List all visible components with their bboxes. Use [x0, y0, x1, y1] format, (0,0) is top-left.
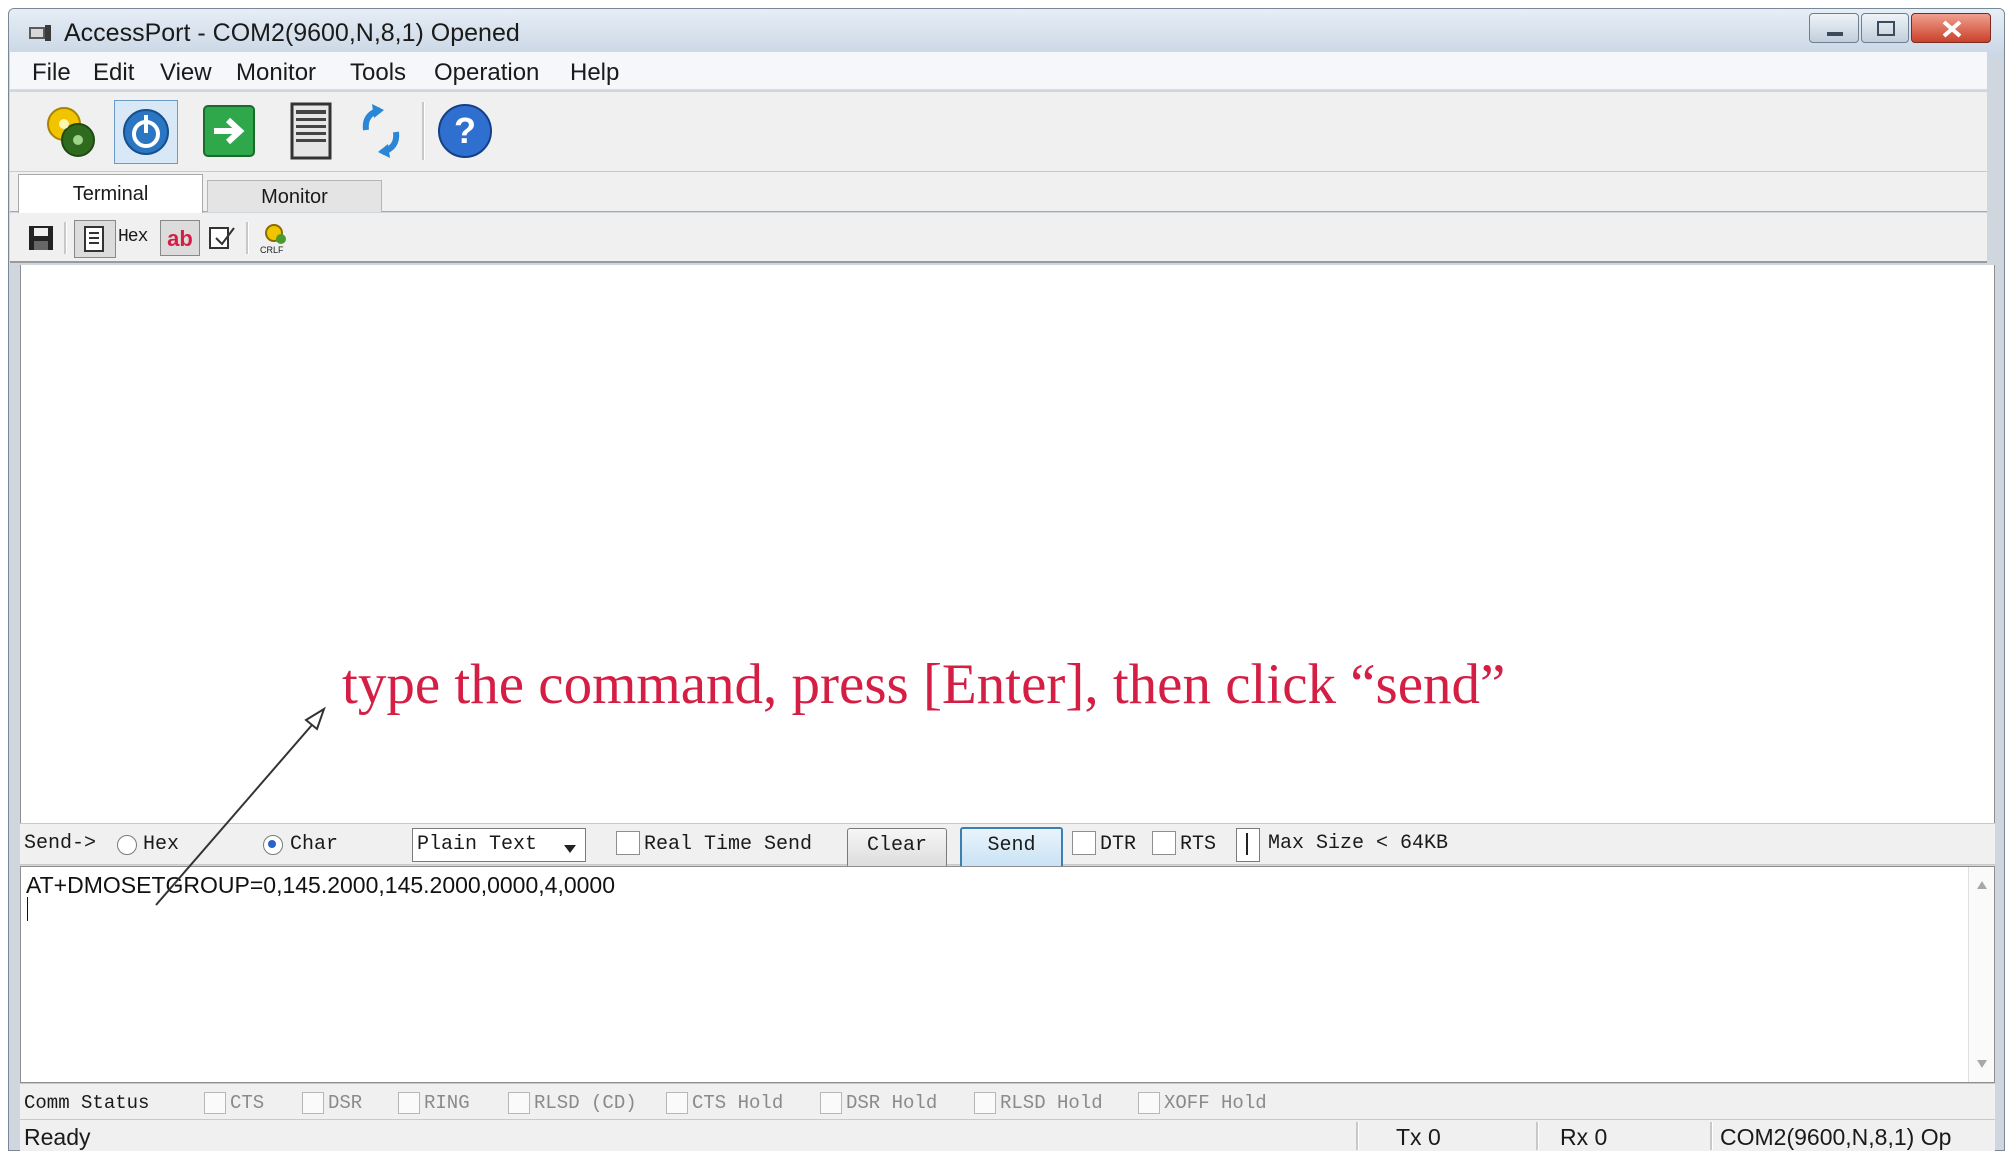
xoff-hold-label: XOFF Hold: [1164, 1092, 1267, 1114]
window-title: AccessPort - COM2(9600,N,8,1) Opened: [64, 19, 520, 47]
rlsd-label: RLSD (CD): [534, 1092, 637, 1114]
text-caret: [27, 897, 28, 921]
menu-edit[interactable]: Edit: [93, 59, 134, 87]
menu-operation[interactable]: Operation: [434, 59, 539, 87]
dsr-indicator: [302, 1092, 324, 1114]
comm-status-bar: Comm Status CTS DSR RING RLSD (CD) CTS H…: [20, 1083, 1995, 1119]
crlf-icon[interactable]: CRLF: [256, 220, 292, 256]
instruction-annotation: type the command, press [Enter], then cl…: [342, 653, 1506, 716]
char-radio[interactable]: [263, 835, 283, 855]
menu-bar: File Edit View Monitor Tools Operation H…: [10, 52, 1987, 90]
save-icon[interactable]: [26, 220, 56, 256]
comm-status-label: Comm Status: [24, 1092, 150, 1114]
help-icon[interactable]: ?: [434, 100, 496, 162]
hex-radio[interactable]: [117, 835, 137, 855]
menu-help[interactable]: Help: [570, 59, 619, 87]
edit-check-icon[interactable]: [206, 220, 238, 256]
menu-monitor[interactable]: Monitor: [236, 59, 316, 87]
status-separator: [1536, 1122, 1539, 1150]
rlsd-indicator: [508, 1092, 530, 1114]
cts-hold-label: CTS Hold: [692, 1092, 784, 1114]
menu-file[interactable]: File: [32, 59, 71, 87]
cts-label: CTS: [230, 1092, 265, 1114]
crlf-label: CRLF: [260, 245, 284, 255]
terminal-output[interactable]: [20, 265, 1995, 823]
ring-label: RING: [424, 1092, 470, 1114]
format-select[interactable]: Plain Text: [412, 828, 586, 862]
char-radio-label: Char: [290, 833, 339, 856]
tab-bar: Terminal Monitor: [10, 172, 1987, 214]
status-bar: Ready Tx 0 Rx 0 COM2(9600,N,8,1) Op: [20, 1119, 1995, 1151]
status-separator: [1356, 1122, 1359, 1150]
max-size-label: Max Size < 64KB: [1268, 832, 1449, 855]
hex-display-toggle[interactable]: Hex: [118, 227, 148, 263]
menu-view[interactable]: View: [160, 59, 212, 87]
send-input-scrollbar[interactable]: [1968, 867, 1994, 1082]
dsr-hold-indicator: [820, 1092, 842, 1114]
send-input[interactable]: AT+DMOSETGROUP=0,145.2000,145.2000,0000,…: [20, 866, 1995, 1083]
tx-counter: Tx 0: [1396, 1124, 1441, 1150]
hex-radio-label: Hex: [143, 833, 180, 856]
rts-checkbox[interactable]: [1152, 831, 1176, 855]
app-icon: [27, 23, 53, 43]
chevron-down-icon: [563, 841, 577, 859]
enter-icon[interactable]: [198, 100, 260, 162]
size-indicator: [1236, 828, 1260, 862]
cts-hold-indicator: [666, 1092, 688, 1114]
cts-indicator: [204, 1092, 226, 1114]
format-select-value: Plain Text: [417, 833, 538, 856]
toolbar-separator: [246, 222, 249, 254]
title-bar[interactable]: AccessPort - COM2(9600,N,8,1) Opened: [9, 9, 2004, 57]
dtr-label: DTR: [1100, 833, 1137, 856]
xoff-hold-indicator: [1138, 1092, 1160, 1114]
rx-counter: Rx 0: [1560, 1124, 1608, 1150]
send-label: Send->: [24, 832, 97, 855]
clear-button[interactable]: Clear: [847, 828, 947, 868]
display-mode-icon[interactable]: [74, 220, 116, 258]
settings-icon[interactable]: [40, 100, 102, 162]
port-status: COM2(9600,N,8,1) Op: [1720, 1124, 1952, 1150]
rlsd-hold-label: RLSD Hold: [1000, 1092, 1103, 1114]
power-icon[interactable]: [114, 100, 178, 164]
close-button[interactable]: [1911, 13, 1991, 43]
real-time-send-label: Real Time Send: [644, 833, 813, 856]
terminal-toolbar: Hex ab CRLF: [10, 213, 1987, 263]
refresh-icon[interactable]: [350, 100, 412, 162]
status-separator: [1710, 1122, 1713, 1150]
document-icon[interactable]: [280, 100, 342, 162]
send-button[interactable]: Send: [960, 827, 1063, 871]
dtr-checkbox[interactable]: [1072, 831, 1096, 855]
maximize-button[interactable]: [1861, 13, 1909, 43]
minimize-button[interactable]: [1809, 13, 1859, 43]
send-options-bar: Send-> Hex Char Plain Text Real Time Sen…: [20, 823, 1995, 871]
dsr-label: DSR: [328, 1092, 363, 1114]
real-time-send-checkbox[interactable]: [616, 831, 640, 855]
toolbar-separator: [64, 222, 67, 254]
rlsd-hold-indicator: [974, 1092, 996, 1114]
send-input-text: AT+DMOSETGROUP=0,145.2000,145.2000,0000,…: [26, 872, 616, 898]
rts-label: RTS: [1180, 833, 1217, 856]
tab-terminal[interactable]: Terminal: [18, 174, 203, 214]
menu-tools[interactable]: Tools: [350, 59, 406, 87]
ring-indicator: [398, 1092, 420, 1114]
main-toolbar: ?: [10, 92, 1987, 172]
status-text: Ready: [24, 1124, 91, 1150]
text-display-toggle[interactable]: ab: [160, 220, 200, 256]
dsr-hold-label: DSR Hold: [846, 1092, 938, 1114]
toolbar-separator: [422, 102, 425, 160]
tab-monitor[interactable]: Monitor: [207, 180, 382, 212]
svg-text:?: ?: [454, 110, 476, 151]
